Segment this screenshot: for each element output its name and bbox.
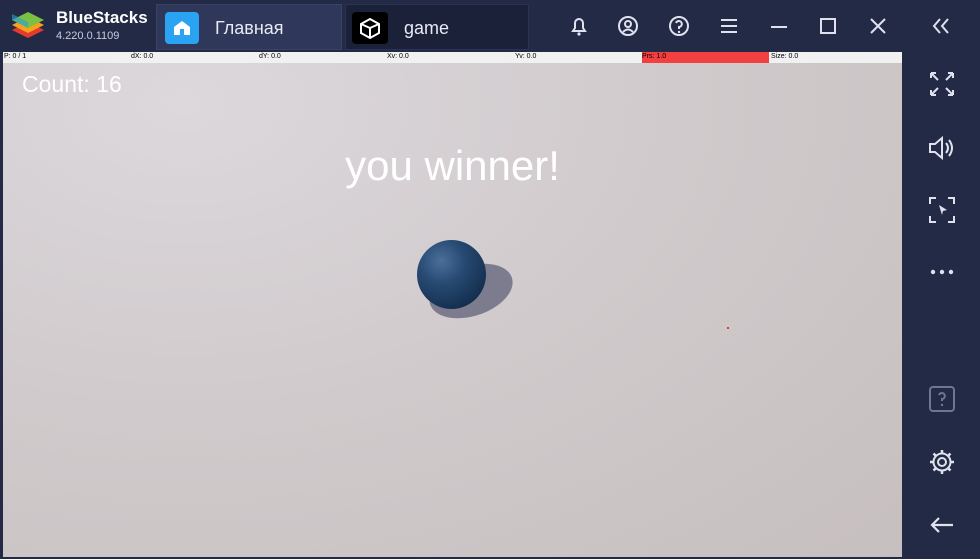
game-viewport[interactable]: P: 0 / 1 dX: 0.0 dY: 0.0 Xv: 0.0 Yv: 0.0…	[3, 52, 902, 557]
back-icon[interactable]	[925, 508, 959, 542]
unity-icon	[352, 12, 388, 44]
collapse-sidebar-icon[interactable]	[928, 13, 954, 39]
more-icon[interactable]	[925, 255, 959, 289]
app-version: 4.220.0.1109	[56, 30, 120, 42]
app-name: BlueStacks	[56, 8, 148, 27]
hud-xv: Xv: 0.0	[387, 53, 409, 60]
tab-home[interactable]: Главная	[156, 4, 342, 50]
hud-pointer: P: 0 / 1	[4, 53, 27, 60]
hud-pressure: Prs: 1.0	[642, 52, 769, 63]
bell-icon[interactable]	[566, 13, 592, 39]
hud-dx: dX: 0.0	[131, 53, 154, 60]
fullscreen-icon[interactable]	[925, 67, 959, 101]
hud-yv: Yv: 0.0	[515, 53, 537, 60]
touch-point	[727, 327, 729, 329]
right-sidebar	[903, 52, 980, 559]
settings-icon[interactable]	[925, 445, 959, 479]
tab-home-label: Главная	[215, 18, 284, 38]
maximize-icon[interactable]	[815, 13, 841, 39]
title-bar: BlueStacks 4.220.0.1109 Главная game	[0, 0, 980, 52]
volume-icon[interactable]	[925, 131, 959, 165]
touch-debug-bar: P: 0 / 1 dX: 0.0 dY: 0.0 Xv: 0.0 Yv: 0.0…	[3, 52, 902, 63]
win-message: you winner!	[345, 142, 560, 189]
account-icon[interactable]	[615, 13, 641, 39]
tab-game[interactable]: game	[345, 4, 529, 50]
player-ball	[417, 240, 486, 309]
help-icon[interactable]	[666, 13, 692, 39]
score-count: Count: 16	[22, 71, 122, 97]
menu-icon[interactable]	[716, 13, 742, 39]
tab-game-label: game	[404, 18, 450, 38]
home-icon	[165, 12, 199, 44]
hud-dy: dY: 0.0	[259, 53, 281, 60]
bluestacks-logo	[12, 12, 44, 38]
hud-size: Size: 0.0	[771, 53, 799, 60]
close-icon[interactable]	[865, 13, 891, 39]
sidebar-help-icon[interactable]	[925, 382, 959, 416]
screenshot-icon[interactable]	[925, 193, 959, 227]
minimize-icon[interactable]	[766, 13, 792, 39]
